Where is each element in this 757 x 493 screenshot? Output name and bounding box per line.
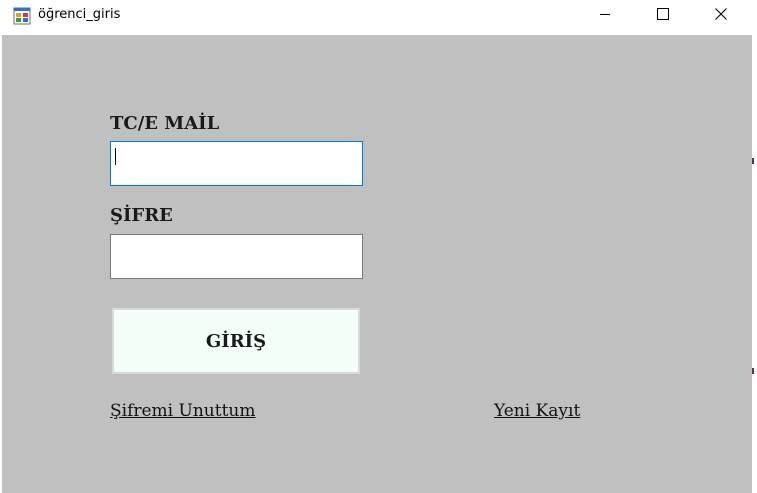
- text-caret: [115, 148, 116, 165]
- form-client-area: TC/E MAİL ŞİFRE GİRİŞ Şifremi Unuttum Ye…: [2, 35, 752, 493]
- tc-email-label: TC/E MAİL: [110, 113, 220, 134]
- maximize-icon: [657, 7, 669, 25]
- edge-mark: [752, 158, 754, 164]
- register-link[interactable]: Yeni Kayıt: [494, 401, 580, 421]
- login-button[interactable]: GİRİŞ: [112, 308, 360, 374]
- login-window: öğrenci_giris TC/E MAİL ŞİFRE GİRİŞ Şifr…: [0, 0, 752, 493]
- password-input[interactable]: [110, 234, 363, 279]
- tc-email-input[interactable]: [110, 141, 363, 186]
- forgot-password-link[interactable]: Şifremi Unuttum: [110, 401, 255, 421]
- close-icon: [715, 7, 727, 25]
- password-label: ŞİFRE: [110, 205, 173, 226]
- minimize-icon: [599, 7, 611, 25]
- background-window-edge: [752, 0, 757, 493]
- winforms-app-icon: [13, 7, 31, 25]
- window-title: öğrenci_giris: [38, 7, 121, 22]
- maximize-button[interactable]: [634, 0, 692, 32]
- edge-mark: [752, 368, 754, 374]
- close-button[interactable]: [692, 0, 750, 32]
- title-bar[interactable]: öğrenci_giris: [0, 0, 752, 34]
- minimize-button[interactable]: [576, 0, 634, 32]
